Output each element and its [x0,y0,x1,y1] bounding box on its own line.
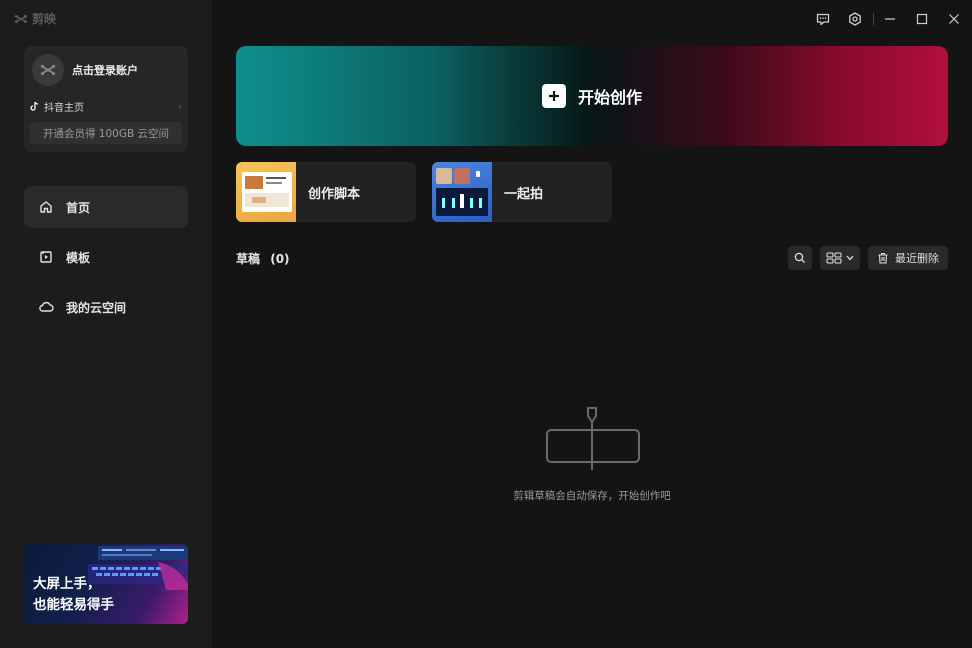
recent-delete-label: 最近删除 [895,252,939,265]
settings-icon [849,12,861,26]
sidebar-nav: 首页 模板 我的云空间 [24,186,188,336]
drafts-title: 草稿 [236,252,261,266]
recent-delete-button[interactable]: 最近删除 [868,246,948,270]
plus-icon [541,84,566,108]
view-mode-button[interactable] [820,246,860,270]
login-link[interactable]: 点击登录账户 [72,62,138,78]
minimize-button[interactable] [881,10,899,28]
promo-banner[interactable]: 大屏上手， 也能轻易得手 [24,544,188,624]
shoot-together-label: 一起拍 [504,186,544,202]
app-name: 剪映 [32,12,57,26]
trash-icon [878,252,888,264]
drafts-count: (0) [270,252,290,266]
main-panel: 开始创作 创作脚本 一起拍 草稿 (0) 最近删除 剪辑草稿会自动保存，开始创作… [212,0,972,648]
feedback-icon [816,13,830,25]
douyin-home-link[interactable]: 抖音主页 › [30,98,182,114]
create-script-label: 创作脚本 [308,186,361,202]
chevron-down-icon [846,255,854,261]
shoot-together-button[interactable]: 一起拍 [432,162,612,222]
sidebar-item-label: 首页 [66,200,91,215]
home-icon [38,199,54,215]
promo-text: 大屏上手， 也能轻易得手 [33,574,114,616]
empty-state-text: 剪辑草稿会自动保存，开始创作吧 [513,490,671,502]
search-icon [794,252,805,263]
sidebar-item-cloud[interactable]: 我的云空间 [24,286,188,328]
template-icon [38,249,54,265]
account-card: 点击登录账户 抖音主页 › 开通会员得 100GB 云空间 [24,46,188,152]
tiktok-icon [30,101,39,111]
chevron-right-icon: › [177,99,182,113]
grid-view-icon [826,252,842,264]
feedback-button[interactable] [814,10,832,28]
sidebar-item-label: 我的云空间 [66,300,127,315]
capcut-logo-icon [14,14,28,23]
titlebar-divider [873,13,874,25]
empty-state-illustration [212,406,972,476]
start-creating-label: 开始创作 [577,88,642,107]
avatar[interactable] [32,54,64,86]
app-logo: 剪映 [14,10,56,27]
sidebar-item-templates[interactable]: 模板 [24,236,188,278]
create-script-button[interactable]: 创作脚本 [236,162,416,222]
sidebar-item-label: 模板 [66,250,91,265]
promo-line-2: 也能轻易得手 [33,597,114,613]
close-icon [949,14,959,24]
drafts-header: 草稿 (0) [236,250,290,267]
capcut-avatar-icon [40,65,56,75]
sidebar-item-home[interactable]: 首页 [24,186,188,228]
minimize-icon [885,18,895,20]
search-button[interactable] [788,246,812,270]
start-creating-button[interactable]: 开始创作 [236,46,948,146]
settings-button[interactable] [846,10,864,28]
douyin-home-label: 抖音主页 [44,102,84,114]
vip-banner[interactable]: 开通会员得 100GB 云空间 [30,122,182,144]
sidebar: 剪映 点击登录账户 抖音主页 › 开通会员得 100GB 云空间 首页 模板 我… [0,0,212,648]
shoot-together-thumbnail [432,162,492,222]
maximize-button[interactable] [913,10,931,28]
script-thumbnail [236,162,296,222]
timeline-icon [546,407,640,470]
cloud-icon [38,299,54,315]
promo-line-1: 大屏上手， [33,576,101,592]
maximize-icon [916,13,928,25]
close-button[interactable] [945,10,963,28]
